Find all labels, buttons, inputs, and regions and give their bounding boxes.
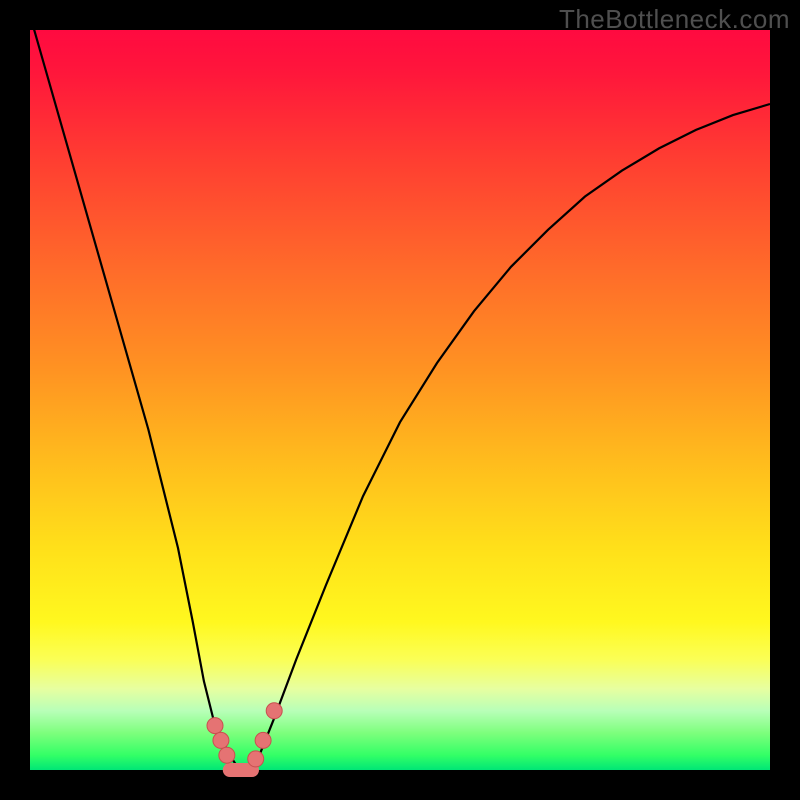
plot-area [30, 30, 770, 770]
bottleneck-curve [30, 30, 770, 770]
marker-group [207, 703, 282, 770]
chart-frame: TheBottleneck.com [0, 0, 800, 800]
watermark-text: TheBottleneck.com [559, 4, 790, 35]
